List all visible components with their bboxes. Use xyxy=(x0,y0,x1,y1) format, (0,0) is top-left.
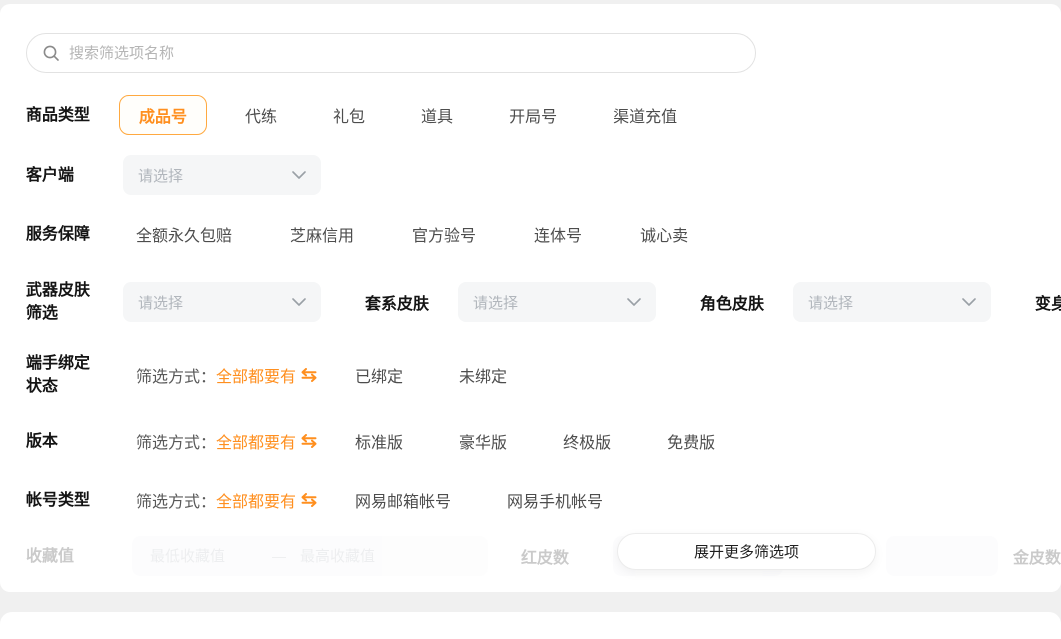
skin-range-box[interactable] xyxy=(886,536,998,576)
select-placeholder: 请选择 xyxy=(808,292,853,313)
chevron-down-icon xyxy=(627,298,641,306)
chevron-down-icon xyxy=(962,298,976,306)
chevron-down-icon xyxy=(292,298,306,306)
expand-more-filters-button[interactable]: 展开更多筛选项 xyxy=(617,533,876,570)
select-placeholder: 请选择 xyxy=(138,292,183,313)
search-icon xyxy=(42,44,60,62)
option-service[interactable]: 官方验号 xyxy=(412,222,476,246)
filter-mode-label: 筛选方式： xyxy=(136,429,216,453)
option-binding[interactable]: 已绑定 xyxy=(355,363,403,387)
filter-mode-value: 全部都要有 xyxy=(216,488,296,512)
filter-mode-toggle[interactable]: 全部都要有 xyxy=(216,429,317,453)
option-service[interactable]: 芝麻信用 xyxy=(290,222,354,246)
filter-mode-value: 全部都要有 xyxy=(216,429,296,453)
row-label-transform-skins: 变身 xyxy=(1035,290,1061,314)
row-label-set-skins: 套系皮肤 xyxy=(365,290,429,314)
filter-mode-label: 筛选方式： xyxy=(136,363,216,387)
option-selected-pill[interactable]: 成品号 xyxy=(119,95,207,135)
row-label-red-skin-count: 红皮数 xyxy=(521,544,569,568)
row-label-gold-skin-count: 金皮数 xyxy=(1013,544,1061,568)
search-box[interactable] xyxy=(26,33,756,73)
set-skin-select[interactable]: 请选择 xyxy=(458,282,656,322)
swap-arrows-icon xyxy=(301,368,317,382)
row-label-weapon-skins: 武器皮肤筛选 xyxy=(26,279,104,325)
chevron-down-icon xyxy=(292,171,306,179)
collection-range-box[interactable]: — xyxy=(132,536,488,576)
select-placeholder: 请选择 xyxy=(473,292,518,313)
option-binding[interactable]: 未绑定 xyxy=(459,363,507,387)
row-label-service: 服务保障 xyxy=(26,223,104,246)
collection-min-input[interactable] xyxy=(132,548,272,565)
row-label-character-skins: 角色皮肤 xyxy=(700,290,764,314)
filter-mode-value: 全部都要有 xyxy=(216,363,296,387)
option-version[interactable]: 终极版 xyxy=(563,429,611,453)
range-dash: — xyxy=(272,548,286,564)
option-product-type[interactable]: 开局号 xyxy=(509,103,557,127)
option-account-type[interactable]: 网易手机帐号 xyxy=(507,488,603,512)
option-product-type[interactable]: 代练 xyxy=(245,103,277,127)
filter-mode-toggle[interactable]: 全部都要有 xyxy=(216,363,317,387)
option-product-type[interactable]: 礼包 xyxy=(333,103,365,127)
row-label-version: 版本 xyxy=(26,430,104,453)
swap-arrows-icon xyxy=(301,493,317,507)
option-account-type[interactable]: 网易邮箱帐号 xyxy=(355,488,451,512)
option-service[interactable]: 连体号 xyxy=(534,222,582,246)
filter-panel: 商品类型 成品号 代练 礼包 道具 开局号 渠道充值 客户端 请选择 服务保障 … xyxy=(0,4,1061,592)
next-section-panel xyxy=(0,612,1061,639)
row-label-product-type: 商品类型 xyxy=(26,104,104,127)
option-version[interactable]: 免费版 xyxy=(667,429,715,453)
select-placeholder: 请选择 xyxy=(138,165,183,186)
collection-max-input[interactable] xyxy=(286,548,426,565)
row-label-client: 客户端 xyxy=(26,164,104,187)
filter-mode-toggle[interactable]: 全部都要有 xyxy=(216,488,317,512)
swap-arrows-icon xyxy=(301,434,317,448)
filter-mode-label: 筛选方式： xyxy=(136,488,216,512)
client-select[interactable]: 请选择 xyxy=(123,155,321,195)
collection-row: 收藏值 — 红皮数 数 金皮数 xyxy=(26,536,1061,576)
row-label-collection-value: 收藏值 xyxy=(26,545,104,568)
option-version[interactable]: 豪华版 xyxy=(459,429,507,453)
row-label-account-type: 帐号类型 xyxy=(26,489,104,512)
weapon-skin-select[interactable]: 请选择 xyxy=(123,282,321,322)
row-label-binding-status: 端手绑定状态 xyxy=(26,352,104,398)
option-service[interactable]: 诚心卖 xyxy=(640,222,688,246)
search-input[interactable] xyxy=(69,45,740,62)
option-product-type[interactable]: 渠道充值 xyxy=(613,103,677,127)
option-product-type[interactable]: 道具 xyxy=(421,103,453,127)
option-service[interactable]: 全额永久包赔 xyxy=(136,222,232,246)
character-skin-select[interactable]: 请选择 xyxy=(793,282,991,322)
option-version[interactable]: 标准版 xyxy=(355,429,403,453)
